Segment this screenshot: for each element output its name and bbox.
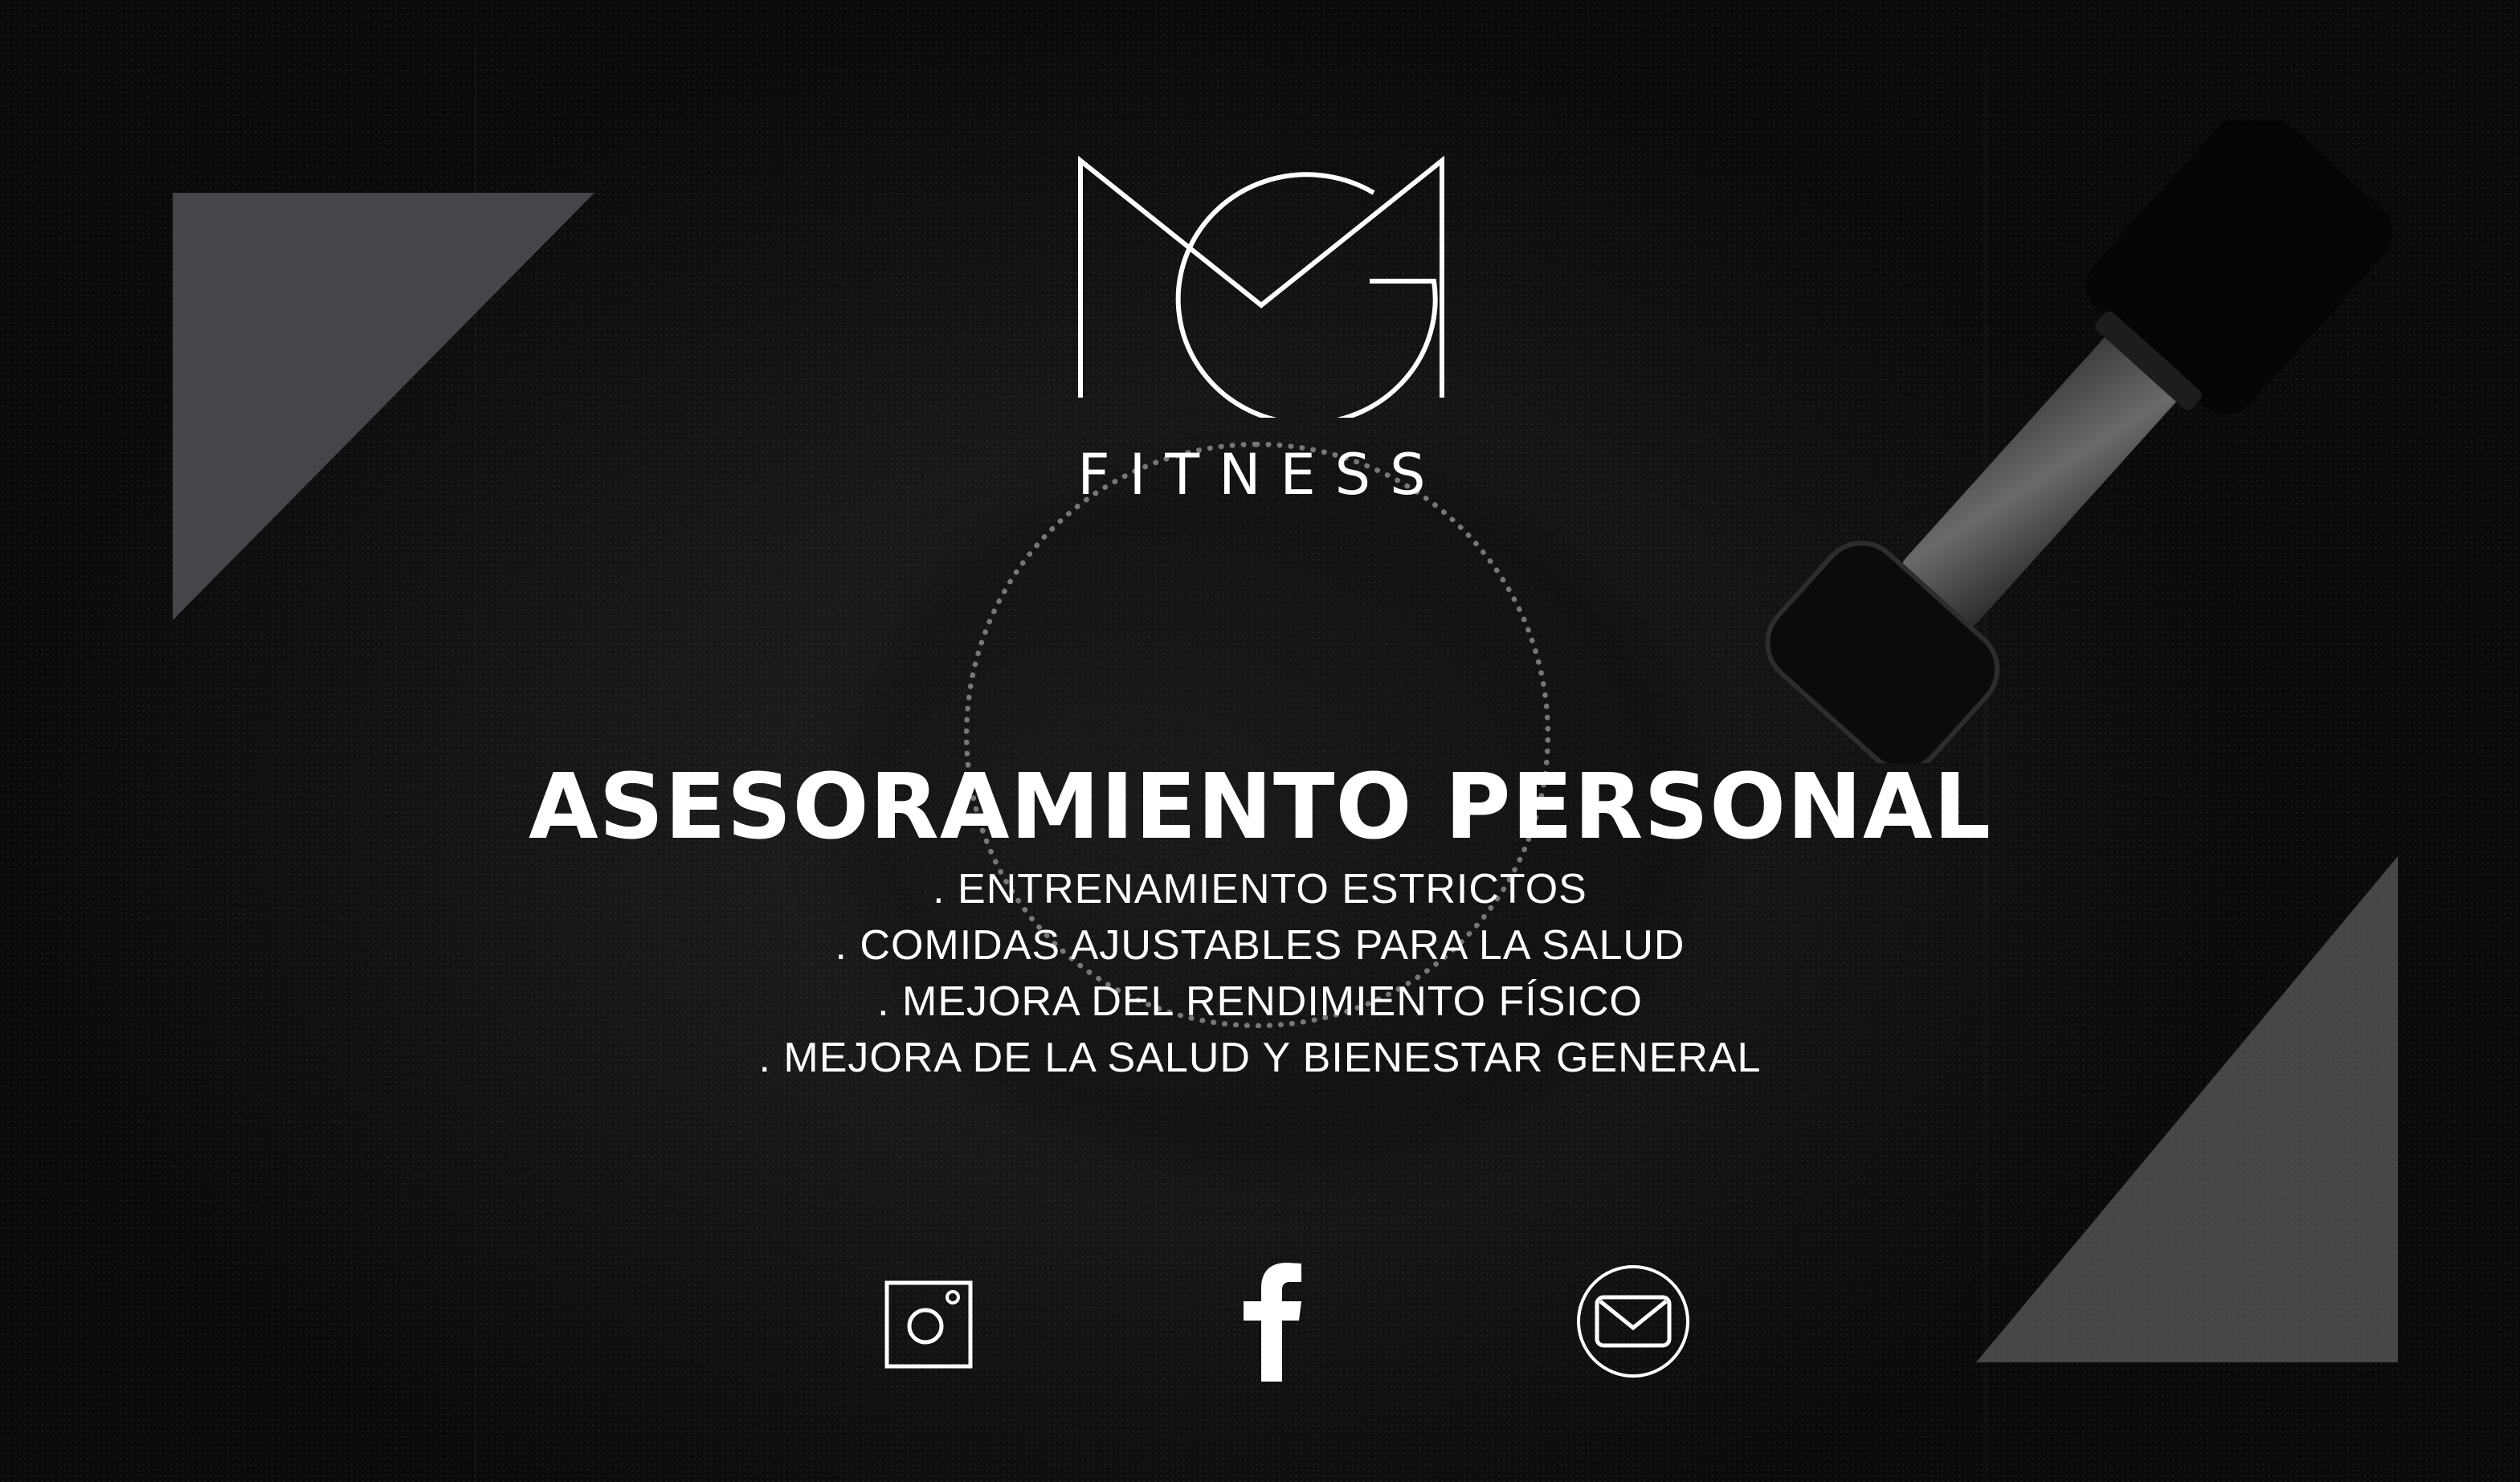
decorative-triangle-top-left (173, 193, 594, 620)
mg-monogram-logo (1078, 155, 1444, 418)
fitness-banner: FITNESS ASESORAMIENTO PERSONAL . ENTRENA… (0, 0, 2520, 1482)
list-item: . ENTRENAMIENTO ESTRICTOS (933, 866, 1587, 912)
page-title: ASESORAMIENTO PERSONAL (528, 755, 1992, 860)
facebook-icon[interactable] (1237, 1261, 1309, 1382)
mail-icon[interactable] (1573, 1261, 1693, 1382)
list-item: . MEJORA DE LA SALUD Y BIENESTAR GENERAL (758, 1035, 1762, 1081)
instagram-icon[interactable] (884, 1261, 980, 1382)
list-item: . COMIDAS AJUSTABLES PARA LA SALUD (835, 922, 1685, 969)
brand-name: FITNESS (1077, 442, 1445, 508)
list-item: . MEJORA DEL RENDIMIENTO FÍSICO (877, 978, 1643, 1025)
dumbbell-image (1765, 120, 2393, 763)
feature-list: . ENTRENAMIENTO ESTRICTOS . COMIDAS AJUS… (0, 861, 2520, 1086)
